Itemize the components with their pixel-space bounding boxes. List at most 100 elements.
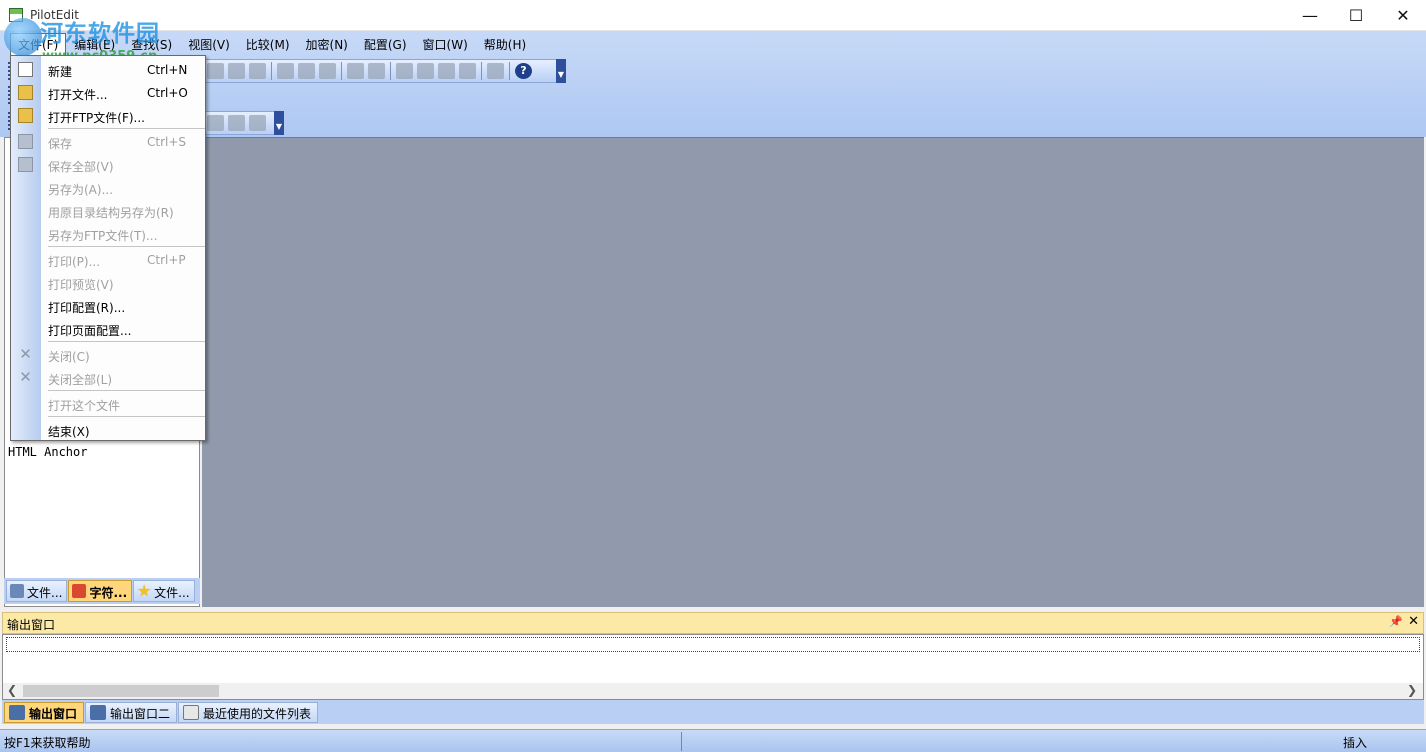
tab-favorites[interactable]: 文件...: [133, 580, 195, 602]
main-toolbar: ? ▼: [200, 59, 566, 83]
tab-label: 输出窗口二: [110, 706, 171, 721]
menu-file[interactable]: 文件(F): [10, 33, 67, 55]
menu-search[interactable]: 查找(S): [123, 33, 180, 55]
tab-characters[interactable]: 字符...: [68, 580, 133, 602]
tab-output-1[interactable]: 输出窗口: [4, 701, 85, 723]
output-tabs: 输出窗口 输出窗口二 最近使用的文件列表: [2, 700, 1424, 724]
menu-item-new[interactable]: 新建 Ctrl+N: [11, 58, 205, 81]
macro-record-icon[interactable]: [396, 63, 413, 79]
paste-icon[interactable]: [249, 63, 266, 79]
menu-item-close[interactable]: ✕ 关闭(C): [11, 343, 205, 366]
sort-icon[interactable]: [319, 63, 336, 79]
macro-settings-icon[interactable]: [459, 63, 476, 79]
toolbar-separator: [341, 62, 342, 80]
menu-view[interactable]: 视图(V): [180, 33, 238, 55]
menu-config[interactable]: 配置(G): [356, 33, 415, 55]
status-separator: [681, 732, 682, 751]
menu-separator: [48, 341, 205, 342]
output-panel-header: 输出窗口 📌 ✕: [2, 612, 1424, 634]
find-icon[interactable]: [277, 63, 294, 79]
app-icon: [9, 8, 23, 22]
file-menu-dropdown: 新建 Ctrl+N 打开文件... Ctrl+O 打开FTP文件(F)... 保…: [10, 55, 206, 441]
close-window-button[interactable]: ✕: [1380, 0, 1426, 31]
menu-separator: [48, 246, 205, 247]
menu-window[interactable]: 窗口(W): [415, 33, 476, 55]
output-icon: [9, 704, 25, 720]
close-all-icon: ✕: [19, 368, 32, 386]
save-icon: [18, 134, 33, 149]
menu-item-exit[interactable]: 结束(X): [11, 418, 205, 441]
menu-bar: 文件(F) 编辑(E) 查找(S) 视图(V) 比较(M) 加密(N) 配置(G…: [0, 33, 534, 55]
status-bar: 按F1来获取帮助 插入: [0, 729, 1426, 752]
menu-item-open[interactable]: 打开文件... Ctrl+O: [11, 81, 205, 104]
goto-icon[interactable]: [487, 63, 504, 79]
toolbar-separator: [481, 62, 482, 80]
copy-icon[interactable]: [228, 63, 245, 79]
output-panel-body[interactable]: ❮ ❯: [2, 634, 1424, 700]
open-folder-icon: [18, 85, 33, 100]
editor-workspace[interactable]: [202, 137, 1424, 607]
restore-icon[interactable]: [249, 115, 266, 131]
star-icon: [137, 584, 151, 597]
close-icon[interactable]: ✕: [1408, 614, 1419, 629]
tab-label: 字符...: [89, 586, 128, 600]
unindent-icon[interactable]: [368, 63, 385, 79]
close-file-icon: ✕: [19, 345, 32, 363]
menu-item-close-all[interactable]: ✕ 关闭全部(L): [11, 366, 205, 389]
menu-item-save-all[interactable]: 保存全部(V): [11, 153, 205, 176]
toolbar-overflow-icon[interactable]: ▼: [556, 59, 566, 83]
maximize-button[interactable]: ☐: [1333, 0, 1379, 31]
html-anchor-item[interactable]: HTML Anchor: [8, 445, 87, 459]
save-all-icon: [18, 157, 33, 172]
expand-icon[interactable]: [207, 115, 224, 131]
cut-icon[interactable]: [207, 63, 224, 79]
menu-separator: [48, 128, 205, 129]
help-icon[interactable]: ?: [515, 63, 532, 79]
indent-icon[interactable]: [347, 63, 364, 79]
menu-item-save-as[interactable]: 另存为(A)...: [11, 176, 205, 199]
output-panel-title: 输出窗口: [7, 618, 56, 632]
menu-item-open-this-file[interactable]: 打开这个文件: [11, 392, 205, 415]
toolbar-overflow-icon[interactable]: ▼: [274, 111, 284, 135]
window-title: PilotEdit: [30, 8, 79, 22]
replace-icon[interactable]: [298, 63, 315, 79]
menu-help[interactable]: 帮助(H): [476, 33, 534, 55]
tab-output-2[interactable]: 输出窗口二: [85, 701, 178, 723]
menu-item-save-as-dir[interactable]: 用原目录结构另存为(R): [11, 199, 205, 222]
file-tree-icon: [10, 584, 24, 598]
horizontal-scrollbar[interactable]: ❮ ❯: [3, 683, 1423, 699]
macro-play-icon[interactable]: [417, 63, 434, 79]
scrollbar-thumb[interactable]: [23, 685, 219, 697]
zoom-toolbar: ▼: [200, 111, 284, 135]
scroll-left-icon[interactable]: ❮: [7, 683, 17, 697]
menu-item-page-config[interactable]: 打印页面配置...: [11, 317, 205, 340]
macro-stop-icon[interactable]: [438, 63, 455, 79]
output-icon: [90, 704, 107, 720]
menu-edit[interactable]: 编辑(E): [66, 33, 123, 55]
menu-item-print-preview[interactable]: 打印预览(V): [11, 271, 205, 294]
menu-item-save-as-ftp[interactable]: 另存为FTP文件(T)...: [11, 222, 205, 245]
tab-files[interactable]: 文件...: [6, 580, 68, 602]
menu-item-open-ftp[interactable]: 打开FTP文件(F)...: [11, 104, 205, 127]
new-file-icon: [18, 62, 33, 77]
status-help-text: 按F1来获取帮助: [4, 736, 91, 750]
recent-files-icon: [183, 704, 200, 720]
menu-item-save[interactable]: 保存 Ctrl+S: [11, 130, 205, 153]
menu-compare[interactable]: 比较(M): [238, 33, 298, 55]
toolbar-separator: [271, 62, 272, 80]
pin-icon[interactable]: 📌: [1389, 615, 1403, 628]
tab-recent-files[interactable]: 最近使用的文件列表: [178, 701, 319, 723]
collapse-icon[interactable]: [228, 115, 245, 131]
menu-item-print-config[interactable]: 打印配置(R)...: [11, 294, 205, 317]
insert-mode-indicator: 插入: [1343, 736, 1368, 750]
minimize-button[interactable]: —: [1287, 0, 1333, 31]
scroll-right-icon[interactable]: ❯: [1407, 683, 1417, 697]
tab-label: 输出窗口: [29, 706, 78, 721]
tab-label: 文件...: [154, 586, 190, 600]
left-panel-tabs: 文件... 字符... 文件...: [4, 578, 200, 604]
menu-separator: [48, 390, 205, 391]
char-chart-icon: [72, 584, 87, 598]
menu-item-print[interactable]: 打印(P)... Ctrl+P: [11, 248, 205, 271]
menu-encrypt[interactable]: 加密(N): [298, 33, 356, 55]
menu-separator: [48, 416, 205, 417]
